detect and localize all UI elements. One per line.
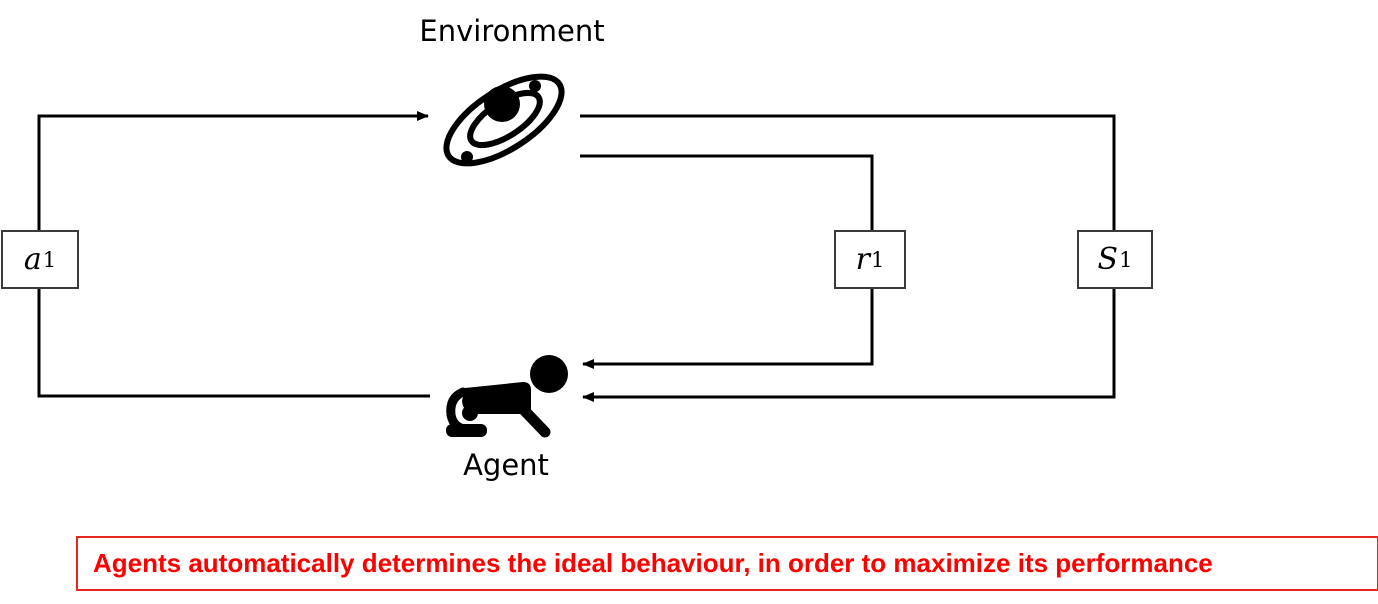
- state-subscript: 1: [1119, 247, 1133, 272]
- action-symbol: a: [23, 242, 42, 277]
- galaxy-icon: [443, 73, 565, 167]
- caption-text: Agents automatically determines the idea…: [93, 548, 1213, 578]
- crawling-baby-icon: [446, 355, 568, 438]
- state-symbol: S: [1097, 242, 1119, 277]
- reward-box: r1: [834, 230, 906, 289]
- flow-diagram: [37, 73, 1116, 438]
- action-arrow: [37, 111, 430, 398]
- action-box: a1: [1, 230, 79, 289]
- agent-label: Agent: [463, 448, 549, 482]
- rl-diagram: Environment Agent a1 r1 S1 Agents automa…: [0, 0, 1378, 604]
- caption-box: Agents automatically determines the idea…: [76, 536, 1378, 591]
- reward-subscript: 1: [870, 247, 885, 272]
- action-subscript: 1: [42, 247, 57, 272]
- environment-label: Environment: [419, 14, 605, 48]
- reward-symbol: r: [855, 242, 870, 277]
- reward-arrow: [580, 154, 874, 369]
- state-box: S1: [1077, 230, 1153, 289]
